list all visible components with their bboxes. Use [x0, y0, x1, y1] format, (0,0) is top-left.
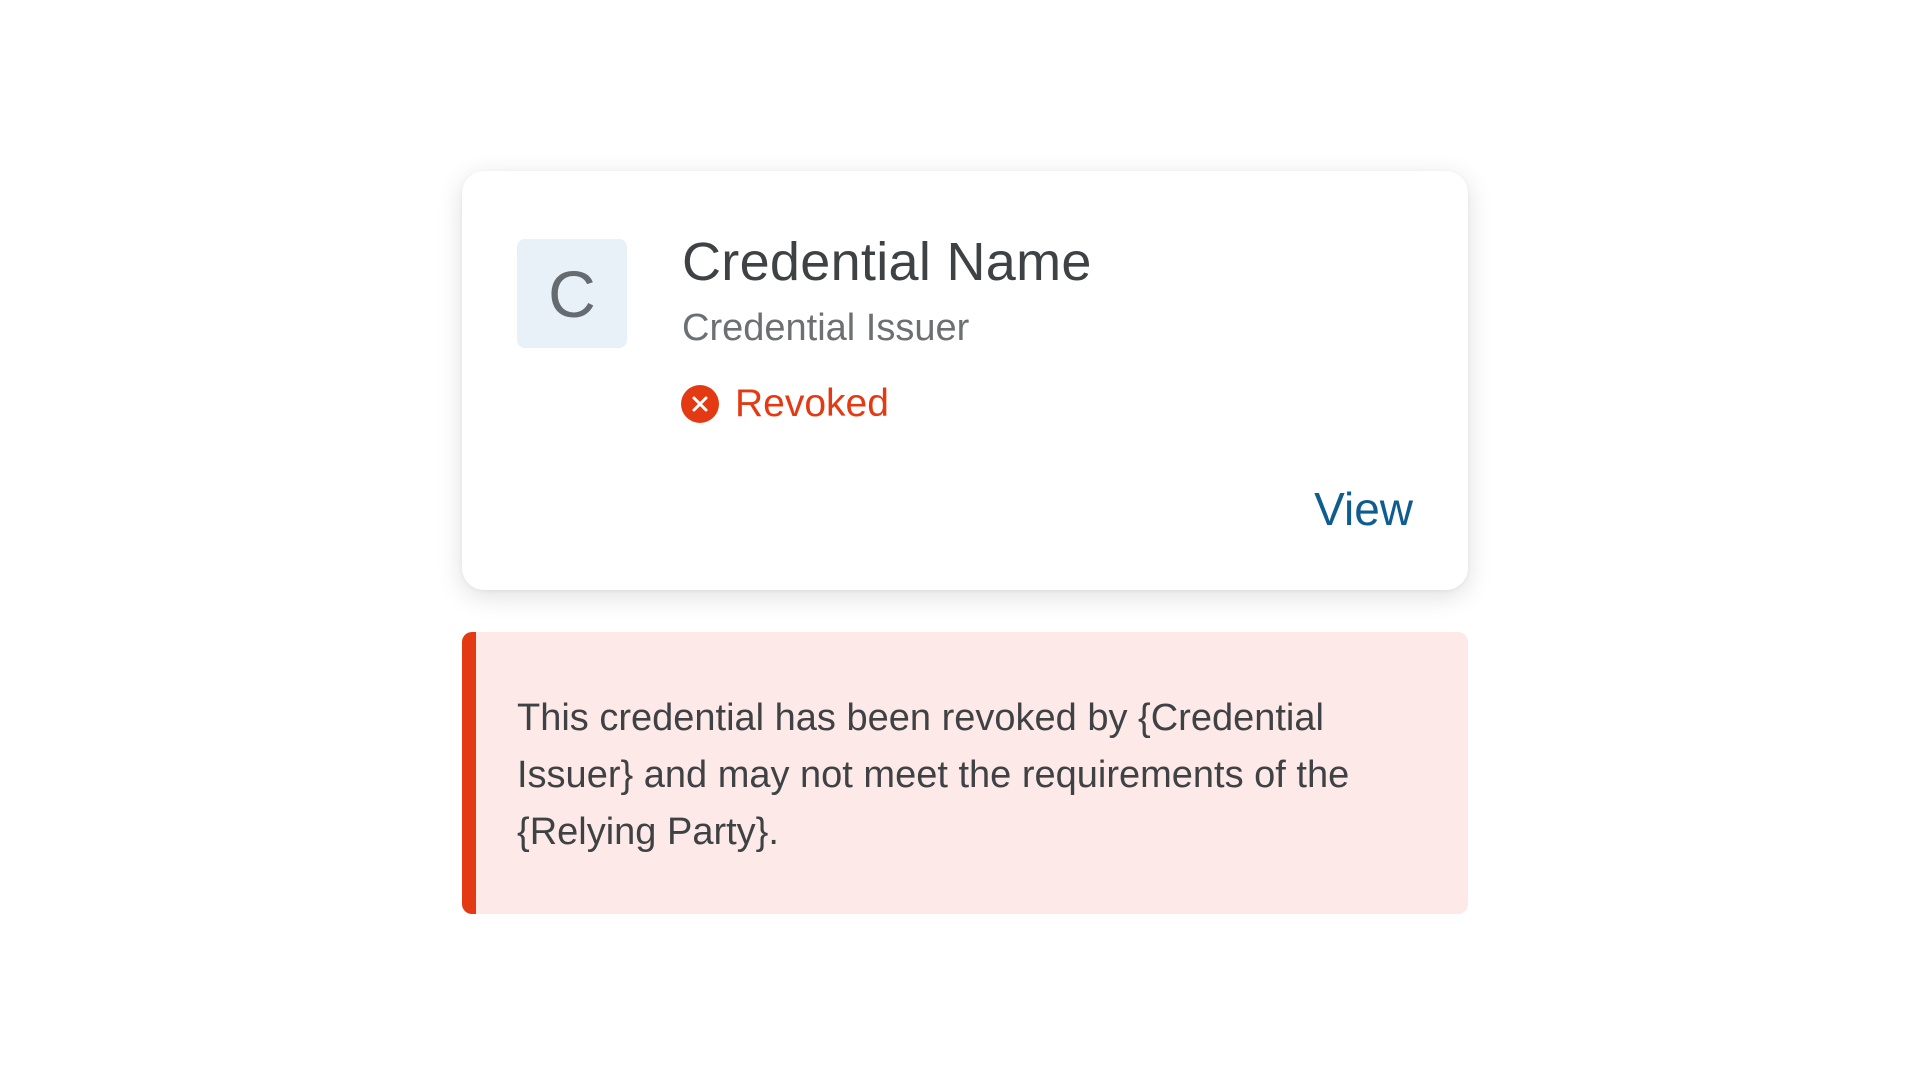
revoked-alert: This credential has been revoked by {Cre…: [462, 632, 1468, 914]
alert-accent-bar: [462, 632, 476, 914]
status-label: Revoked: [735, 382, 889, 425]
credential-card: C Credential Name Credential Issuer Revo…: [462, 171, 1468, 590]
view-link[interactable]: View: [1314, 482, 1413, 536]
credential-issuer: Credential Issuer: [682, 307, 970, 349]
page: C Credential Name Credential Issuer Revo…: [0, 0, 1920, 1080]
credential-avatar: C: [517, 239, 627, 348]
credential-name: Credential Name: [682, 232, 1092, 292]
x-circle-icon: [681, 385, 719, 423]
alert-message: This credential has been revoked by {Cre…: [517, 697, 1350, 853]
status-badge: Revoked: [681, 382, 889, 426]
